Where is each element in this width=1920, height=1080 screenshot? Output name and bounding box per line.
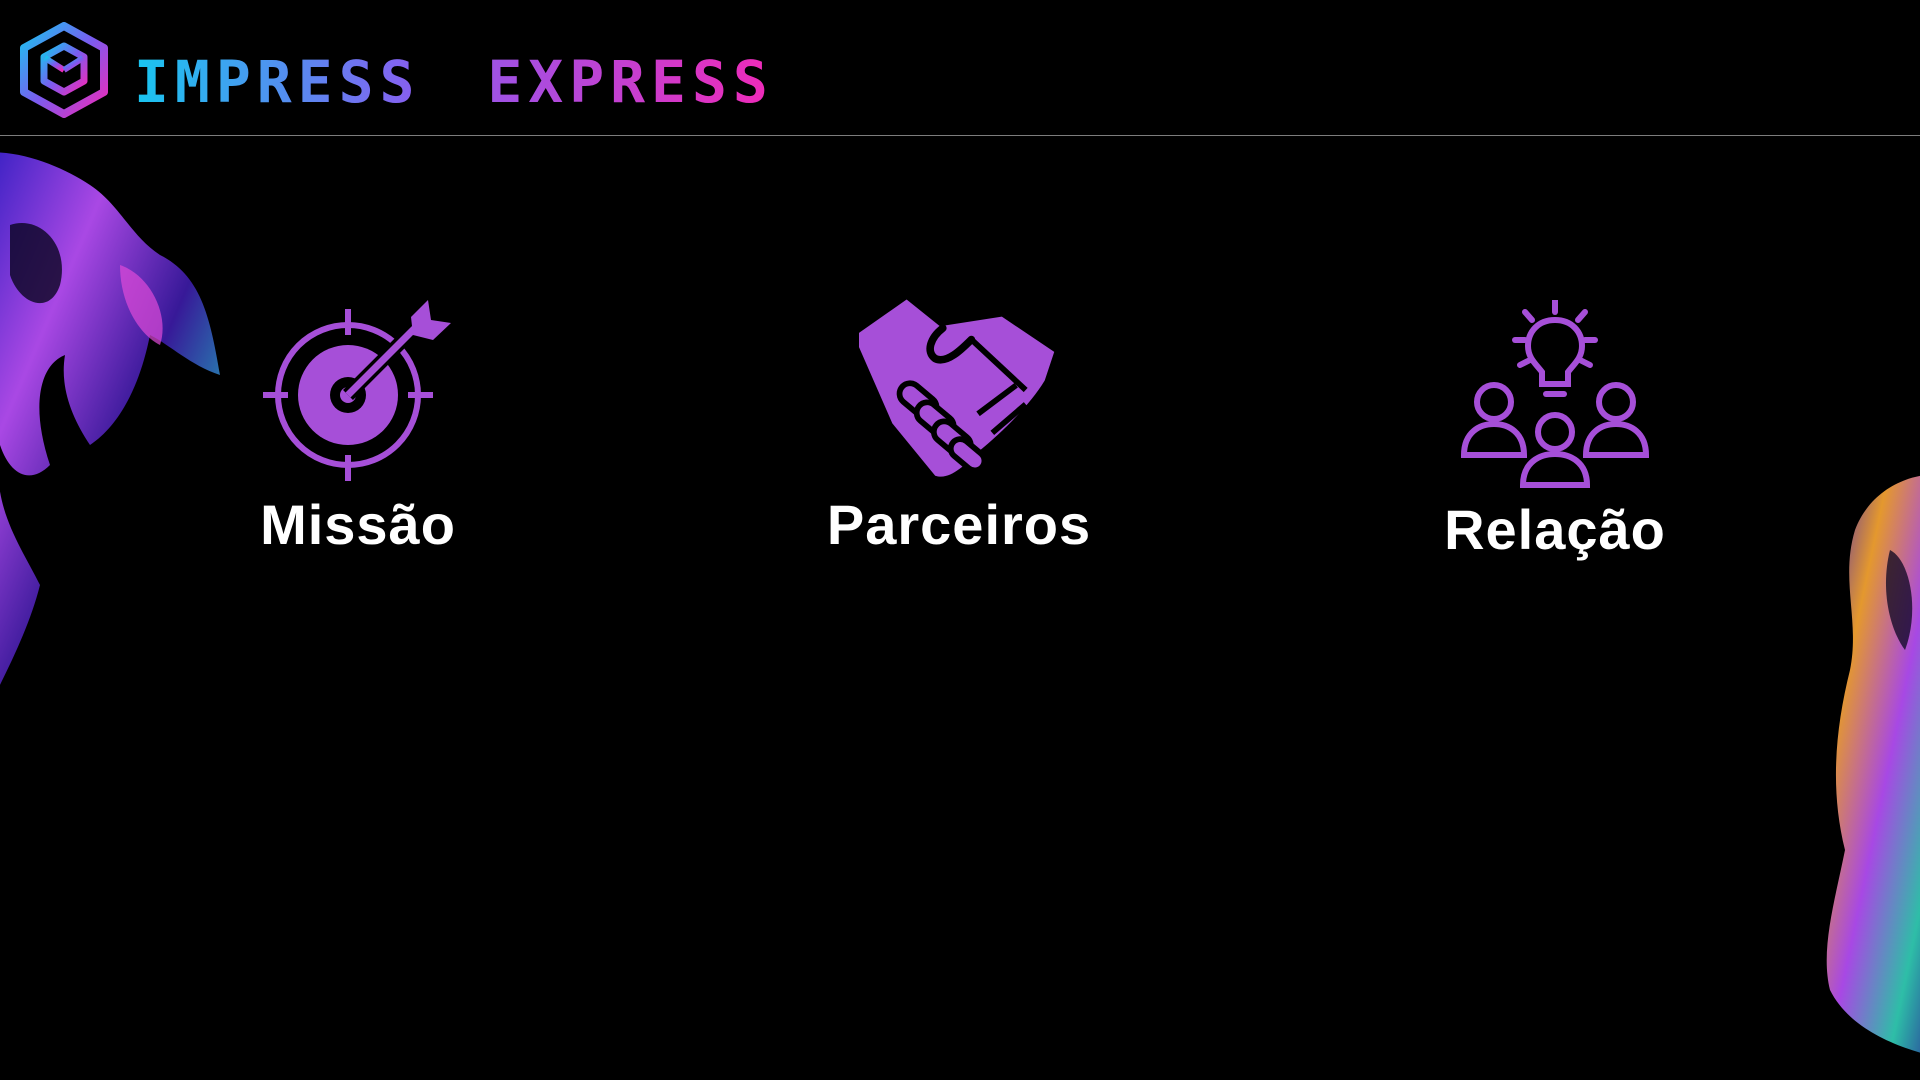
feature-relacao: Relação <box>1345 300 1765 600</box>
brand-word-express: EXPRESS <box>487 48 773 116</box>
feature-parceiros: Parceiros <box>749 295 1169 595</box>
iridescent-blob-right <box>1826 475 1920 1053</box>
handshake-icon <box>859 299 1055 477</box>
lightbulb-team-icon <box>1460 300 1650 488</box>
brand-name: IMPRESS EXPRESS <box>134 48 774 116</box>
feature-label-missao: Missão <box>260 493 456 556</box>
brand-word-impress: IMPRESS <box>134 48 420 116</box>
feature-missao: Missão <box>148 295 568 595</box>
hexagon-cube-icon <box>20 22 108 118</box>
svg-text:IMPRESS EXPRESS: IMPRESS EXPRESS <box>134 48 774 116</box>
slide: IMPRESS EXPRESS Missão Parceiros Relação <box>0 0 1920 1080</box>
feature-label-relacao: Relação <box>1444 498 1666 561</box>
target-arrow-icon <box>263 300 451 481</box>
header: IMPRESS EXPRESS <box>0 0 1920 136</box>
header-divider <box>0 135 1920 136</box>
feature-label-parceiros: Parceiros <box>826 493 1092 556</box>
